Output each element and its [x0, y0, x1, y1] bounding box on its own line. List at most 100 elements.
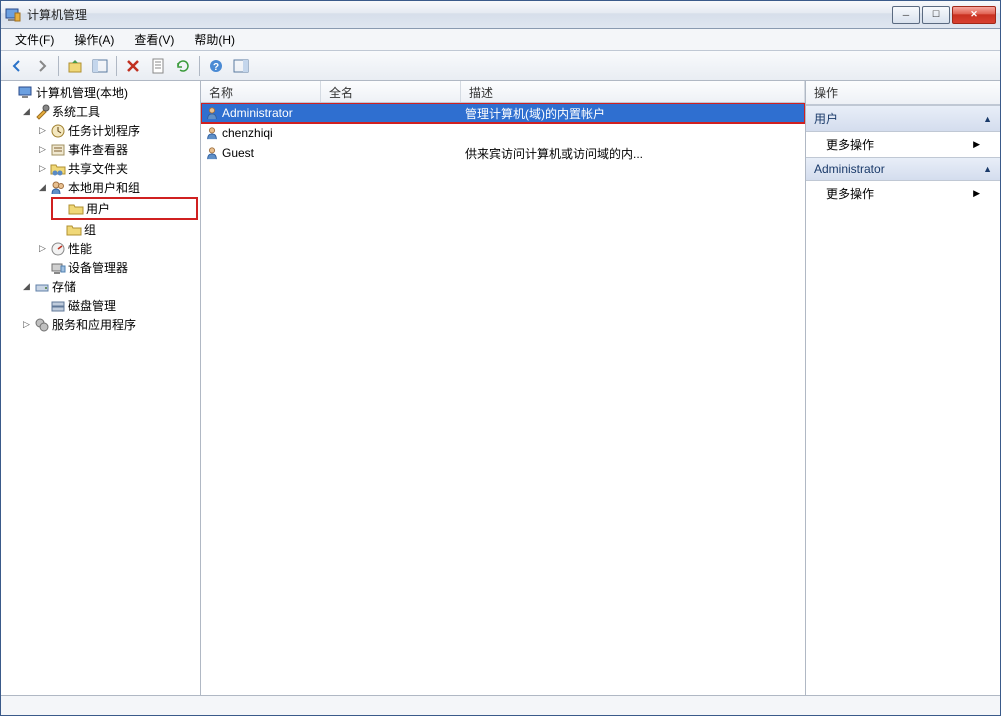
menu-help[interactable]: 帮助(H) — [184, 29, 245, 50]
menu-action[interactable]: 操作(A) — [64, 29, 124, 50]
cell-name: Guest — [201, 146, 321, 160]
action-section-users[interactable]: 用户 ▲ — [806, 105, 1000, 132]
expand-icon[interactable]: ▷ — [37, 163, 48, 174]
list-body: Administrator 管理计算机(域)的内置帐户 chenzhiqi Guest… — [201, 103, 805, 695]
tree-label: 共享文件夹 — [68, 160, 128, 177]
cell-name: Administrator — [201, 106, 321, 120]
computer-icon — [18, 85, 34, 101]
up-button[interactable] — [63, 54, 87, 78]
tree-shared-folders[interactable]: ▷ 共享文件夹 — [35, 159, 198, 178]
show-hide-action-pane-button[interactable] — [229, 54, 253, 78]
tree-pane: 计算机管理(本地) ◢ 系统工具 ▷ 任务计划程序 — [1, 81, 201, 695]
disk-icon — [50, 298, 66, 314]
device-icon — [50, 260, 66, 276]
back-button[interactable] — [5, 54, 29, 78]
expander-icon[interactable] — [5, 87, 16, 98]
action-more-actions-admin[interactable]: 更多操作 ▶ — [806, 181, 1000, 206]
tree-users[interactable]: 用户 — [51, 197, 198, 220]
user-icon — [205, 106, 219, 120]
titlebar: 计算机管理 ─ ☐ ✕ — [1, 1, 1000, 29]
tree-system-tools[interactable]: ◢ 系统工具 — [19, 102, 198, 121]
action-label: 更多操作 — [826, 136, 874, 153]
tools-icon — [34, 104, 50, 120]
user-icon — [205, 146, 219, 160]
minimize-button[interactable]: ─ — [892, 6, 920, 24]
list-row[interactable]: Guest供来宾访问计算机或访问域的内... — [201, 143, 805, 163]
tree-label: 用户 — [86, 200, 110, 217]
tree-groups[interactable]: 组 — [51, 220, 198, 239]
collapse-icon[interactable]: ◢ — [21, 106, 32, 117]
main-area: 计算机管理(本地) ◢ 系统工具 ▷ 任务计划程序 — [1, 81, 1000, 695]
tree-performance[interactable]: ▷ 性能 — [35, 239, 198, 258]
shared-folder-icon — [50, 161, 66, 177]
window-title: 计算机管理 — [27, 6, 892, 23]
collapse-icon: ▲ — [983, 114, 992, 124]
event-icon — [50, 142, 66, 158]
collapse-icon[interactable]: ◢ — [21, 281, 32, 292]
maximize-button[interactable]: ☐ — [922, 6, 950, 24]
expand-icon[interactable]: ▷ — [37, 243, 48, 254]
svg-text:?: ? — [213, 62, 219, 73]
cell-name: chenzhiqi — [201, 126, 321, 140]
delete-button[interactable] — [121, 54, 145, 78]
action-section-label: 用户 — [814, 110, 838, 127]
help-button[interactable]: ? — [204, 54, 228, 78]
expand-icon[interactable]: ▷ — [37, 125, 48, 136]
cell-description: 管理计算机(域)的内置帐户 — [461, 105, 805, 122]
tree-label: 组 — [84, 221, 96, 238]
clock-icon — [50, 123, 66, 139]
services-icon — [34, 317, 50, 333]
action-more-actions-users[interactable]: 更多操作 ▶ — [806, 132, 1000, 157]
performance-icon — [50, 241, 66, 257]
tree-label: 任务计划程序 — [68, 122, 140, 139]
menu-file[interactable]: 文件(F) — [5, 29, 64, 50]
tree-label: 存储 — [52, 278, 76, 295]
storage-icon — [34, 279, 50, 295]
menubar: 文件(F) 操作(A) 查看(V) 帮助(H) — [1, 29, 1000, 51]
action-section-administrator[interactable]: Administrator ▲ — [806, 157, 1000, 181]
tree-event-viewer[interactable]: ▷ 事件查看器 — [35, 140, 198, 159]
list-row[interactable]: Administrator 管理计算机(域)的内置帐户 — [201, 103, 805, 123]
submenu-icon: ▶ — [973, 188, 980, 199]
tree-storage[interactable]: ◢ 存储 — [19, 277, 198, 296]
tree-label: 本地用户和组 — [68, 179, 140, 196]
tree-root[interactable]: 计算机管理(本地) — [3, 83, 198, 102]
tree-services-apps[interactable]: ▷ 服务和应用程序 — [19, 315, 198, 334]
collapse-icon: ▲ — [983, 164, 992, 174]
close-button[interactable]: ✕ — [952, 6, 996, 24]
toolbar: ? — [1, 51, 1000, 81]
users-groups-icon — [50, 180, 66, 196]
collapse-icon[interactable]: ◢ — [37, 182, 48, 193]
show-hide-tree-button[interactable] — [88, 54, 112, 78]
column-fullname[interactable]: 全名 — [321, 81, 461, 102]
refresh-button[interactable] — [171, 54, 195, 78]
tree-local-users-groups[interactable]: ◢ 本地用户和组 — [35, 178, 198, 197]
tree-disk-management[interactable]: 磁盘管理 — [35, 296, 198, 315]
window-controls: ─ ☐ ✕ — [892, 6, 996, 24]
tree-label: 性能 — [68, 240, 92, 257]
toolbar-separator — [116, 56, 117, 76]
computer-management-icon — [5, 7, 21, 23]
tree-device-manager[interactable]: 设备管理器 — [35, 258, 198, 277]
menu-view[interactable]: 查看(V) — [124, 29, 184, 50]
column-name[interactable]: 名称 — [201, 81, 321, 102]
tree-label: 磁盘管理 — [68, 297, 116, 314]
expand-icon[interactable]: ▷ — [37, 144, 48, 155]
tree-label: 计算机管理(本地) — [36, 84, 128, 101]
expand-icon[interactable]: ▷ — [21, 319, 32, 330]
tree-label: 系统工具 — [52, 103, 100, 120]
forward-button[interactable] — [30, 54, 54, 78]
toolbar-separator — [58, 56, 59, 76]
action-label: 更多操作 — [826, 185, 874, 202]
list-header: 名称 全名 描述 — [201, 81, 805, 103]
list-pane: 名称 全名 描述 Administrator 管理计算机(域)的内置帐户 chenz… — [201, 81, 806, 695]
tree-label: 设备管理器 — [68, 259, 128, 276]
tree-task-scheduler[interactable]: ▷ 任务计划程序 — [35, 121, 198, 140]
column-description[interactable]: 描述 — [461, 81, 805, 102]
folder-icon — [68, 201, 84, 217]
folder-icon — [66, 222, 82, 238]
list-row[interactable]: chenzhiqi — [201, 123, 805, 143]
user-icon — [205, 126, 219, 140]
properties-button[interactable] — [146, 54, 170, 78]
toolbar-separator — [199, 56, 200, 76]
